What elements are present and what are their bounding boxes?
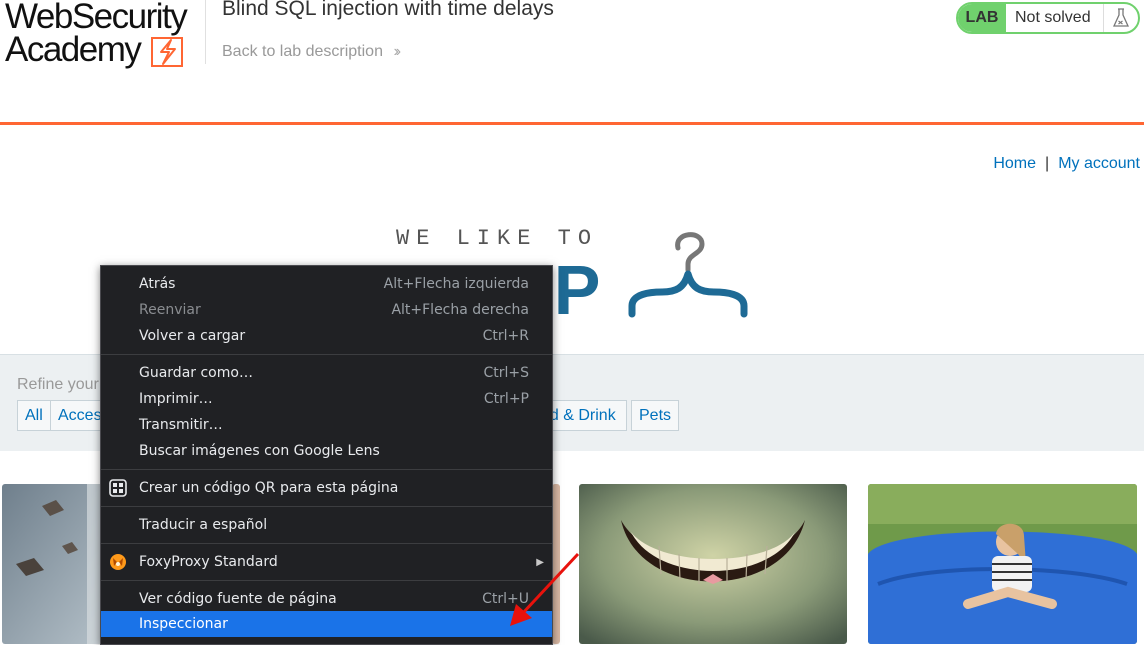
header-divider: [205, 0, 206, 64]
menu-label: FoxyProxy Standard: [139, 554, 278, 570]
menu-label: Imprimir…: [139, 391, 213, 407]
menu-label: Volver a cargar: [139, 328, 246, 344]
back-to-lab-description-link[interactable]: Back to lab description ››: [222, 43, 401, 61]
menu-label: Reenviar: [139, 302, 201, 318]
product-image-cheshire-grin[interactable]: [579, 484, 847, 644]
menu-label: Guardar como…: [139, 365, 253, 381]
menu-shortcut: Ctrl+S: [483, 365, 529, 381]
hanger-icon: [628, 232, 748, 318]
foxyproxy-icon: [110, 554, 126, 570]
menu-label: Crear un código QR para esta página: [139, 480, 399, 496]
menu-item-traducir[interactable]: Traducir a español: [101, 512, 552, 538]
menu-shortcut: Ctrl+P: [483, 391, 529, 407]
logo-text-line2: Academy: [5, 30, 142, 69]
flask-icon: [1103, 4, 1138, 32]
red-annotation-arrow-icon: [510, 552, 580, 626]
lab-title: Blind SQL injection with time delays: [222, 0, 554, 20]
menu-item-crear-codigo-qr[interactable]: Crear un código QR para esta página: [101, 475, 552, 501]
menu-separator: [101, 506, 552, 507]
menu-label: Traducir a español: [139, 517, 268, 533]
menu-item-transmitir[interactable]: Transmitir…: [101, 412, 552, 438]
lab-badge-label: LAB: [958, 4, 1006, 32]
lab-status-badge: LAB Not solved: [956, 2, 1140, 34]
menu-separator: [101, 543, 552, 544]
menu-separator: [101, 354, 552, 355]
back-link-label: Back to lab description: [222, 43, 383, 60]
menu-item-reenviar: Reenviar Alt+Flecha derecha: [101, 297, 552, 323]
menu-separator: [101, 580, 552, 581]
browser-context-menu: Atrás Alt+Flecha izquierda Reenviar Alt+…: [100, 265, 553, 645]
my-account-link[interactable]: My account: [1058, 155, 1140, 172]
nav-separator: |: [1045, 155, 1050, 172]
menu-label: Atrás: [139, 276, 176, 292]
refine-search-label: Refine your: [17, 376, 99, 393]
lab-status-text: Not solved: [1015, 9, 1091, 26]
menu-label: Ver código fuente de página: [139, 591, 337, 607]
menu-item-google-lens[interactable]: Buscar imágenes con Google Lens: [101, 438, 552, 464]
menu-separator: [101, 469, 552, 470]
category-chip-pets[interactable]: Pets: [631, 400, 680, 431]
menu-item-inspeccionar[interactable]: Inspeccionar: [101, 611, 552, 637]
qr-code-icon: [109, 479, 127, 497]
menu-shortcut: Alt+Flecha derecha: [391, 302, 529, 318]
home-link[interactable]: Home: [993, 155, 1036, 172]
menu-item-volver-a-cargar[interactable]: Volver a cargar Ctrl+R: [101, 323, 552, 349]
menu-item-foxyproxy[interactable]: FoxyProxy Standard ▶: [101, 549, 552, 575]
menu-item-ver-codigo-fuente[interactable]: Ver código fuente de página Ctrl+U: [101, 586, 552, 612]
category-chip-all[interactable]: All: [17, 400, 51, 431]
menu-label: Transmitir…: [139, 417, 223, 433]
header-orange-rule: [0, 122, 1144, 125]
web-security-academy-logo[interactable]: WebSecurity Academy: [5, 0, 205, 72]
double-chevron-right-icon: ››: [393, 43, 400, 60]
product-image-bean-bag[interactable]: [868, 484, 1137, 644]
logo-bolt-icon: [151, 37, 183, 67]
menu-label: Buscar imágenes con Google Lens: [139, 443, 380, 459]
menu-item-guardar-como[interactable]: Guardar como… Ctrl+S: [101, 360, 552, 386]
menu-shortcut: Alt+Flecha izquierda: [383, 276, 529, 292]
menu-item-atras[interactable]: Atrás Alt+Flecha izquierda: [101, 271, 552, 297]
menu-label: Inspeccionar: [139, 616, 228, 632]
menu-shortcut: Ctrl+R: [482, 328, 529, 344]
shop-tagline: WE LIKE TO: [396, 226, 599, 251]
top-nav: Home | My account: [993, 155, 1140, 173]
menu-item-imprimir[interactable]: Imprimir… Ctrl+P: [101, 386, 552, 412]
